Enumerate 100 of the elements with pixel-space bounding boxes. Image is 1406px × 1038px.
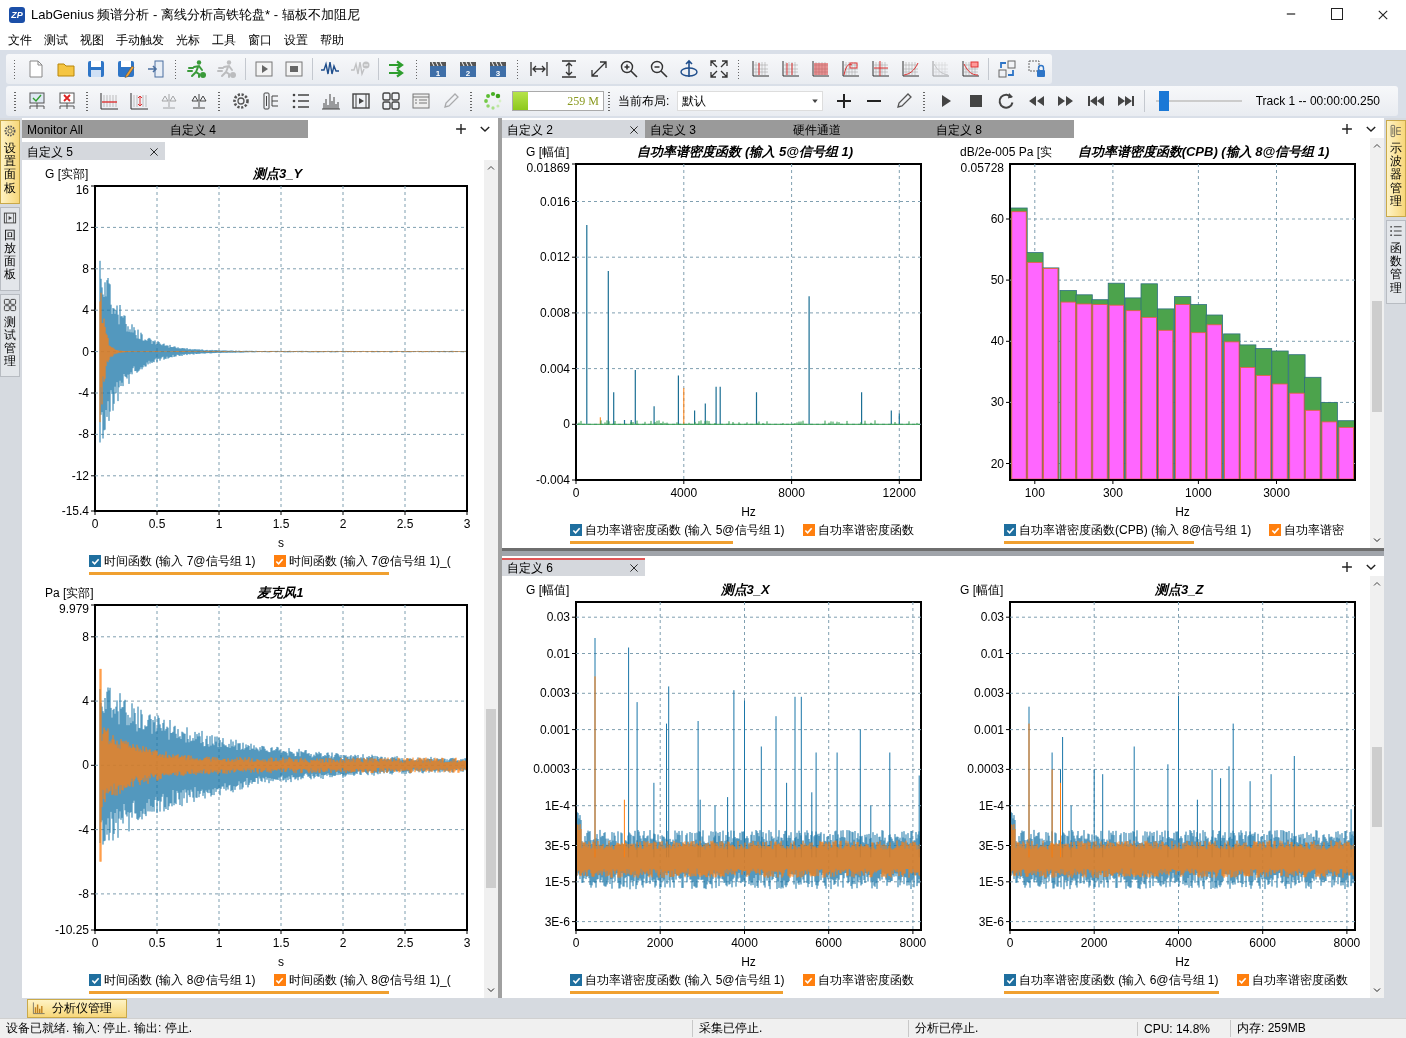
- sliders-icon[interactable]: [261, 91, 281, 111]
- scroll-up-icon[interactable]: [486, 163, 496, 173]
- running-figure-icon[interactable]: [187, 59, 208, 79]
- settings-icon[interactable]: [231, 91, 251, 111]
- grid-chart-icon[interactable]: [870, 59, 891, 79]
- list-icon[interactable]: [291, 91, 311, 111]
- scrollbar[interactable]: [484, 160, 498, 998]
- grid-chart-icon[interactable]: [960, 59, 981, 79]
- grid-icon[interactable]: [381, 91, 401, 111]
- scroll-thumb[interactable]: [486, 708, 496, 888]
- rotate-axis-icon[interactable]: [679, 59, 700, 79]
- menu-item[interactable]: 手动触发: [110, 31, 170, 49]
- legend-checkbox[interactable]: [1236, 974, 1249, 986]
- close-icon[interactable]: [148, 146, 160, 158]
- maximize-icon[interactable]: [1331, 8, 1343, 20]
- menu-item[interactable]: 测试: [38, 31, 74, 49]
- layout-dropdown[interactable]: 默认: [677, 91, 824, 111]
- exit-icon[interactable]: [146, 59, 167, 79]
- menu-item[interactable]: 窗口: [242, 31, 278, 49]
- grid-chart-icon[interactable]: [840, 59, 861, 79]
- close-icon[interactable]: [628, 124, 640, 136]
- scroll-down-icon[interactable]: [1372, 985, 1382, 995]
- side-tab[interactable]: 测试管理: [0, 293, 20, 378]
- swap-icon[interactable]: [997, 59, 1017, 79]
- add-icon[interactable]: [454, 122, 468, 136]
- tab[interactable]: 自定义 8: [931, 120, 1074, 138]
- side-tab[interactable]: 示波器管理: [1386, 120, 1406, 217]
- monitor-error-icon[interactable]: [57, 91, 77, 111]
- close-icon[interactable]: [1376, 8, 1390, 22]
- axis-tick-label: 3E-5: [544, 838, 570, 853]
- grid-chart-icon[interactable]: [750, 59, 771, 79]
- menu-item[interactable]: 工具: [206, 31, 242, 49]
- film-icon[interactable]: [351, 91, 371, 111]
- legend-checkbox[interactable]: [1269, 524, 1282, 536]
- axis-tick-label: 0.5: [148, 936, 166, 950]
- menu-item[interactable]: 视图: [74, 31, 110, 49]
- legend-checkbox[interactable]: [802, 974, 815, 986]
- save-edit-icon[interactable]: [116, 59, 137, 79]
- slider-thumb[interactable]: [1158, 91, 1169, 111]
- side-tab[interactable]: 函数管理: [1386, 219, 1406, 304]
- legend-checkbox[interactable]: [273, 974, 286, 986]
- menu-item[interactable]: 文件: [2, 31, 38, 49]
- legend-checkbox[interactable]: [89, 974, 101, 986]
- grid-chart-icon[interactable]: [780, 59, 801, 79]
- chart-icon[interactable]: [99, 91, 119, 111]
- legend-checkbox[interactable]: [570, 974, 582, 986]
- tab[interactable]: 自定义 5: [22, 142, 165, 160]
- grid-chart-icon[interactable]: [810, 59, 831, 79]
- tab[interactable]: Monitor All: [22, 120, 165, 138]
- chart-range-icon[interactable]: [129, 91, 149, 111]
- tab[interactable]: 自定义 4: [165, 120, 308, 138]
- spectrum-icon[interactable]: [321, 91, 341, 111]
- axis-tick-label: 8000: [1333, 936, 1361, 950]
- scroll-thumb[interactable]: [1372, 747, 1382, 827]
- grid-chart-icon[interactable]: [900, 59, 921, 79]
- legend-checkbox[interactable]: [1004, 524, 1016, 536]
- save-icon[interactable]: [86, 59, 107, 79]
- scrollbar[interactable]: [1370, 138, 1384, 548]
- chart-title: 自功率谱密度函数 (输入 5@信号组 1): [637, 144, 853, 159]
- axis-tick-label: 0.0003: [533, 762, 570, 777]
- add-icon[interactable]: [1340, 560, 1354, 574]
- scroll-up-icon[interactable]: [1372, 579, 1382, 589]
- fullscreen-icon[interactable]: [709, 59, 730, 79]
- side-tab[interactable]: 回放面板: [0, 206, 20, 291]
- legend-checkbox[interactable]: [802, 524, 815, 536]
- lock-icon[interactable]: [1027, 59, 1047, 79]
- menu-item[interactable]: 光标: [170, 31, 206, 49]
- legend-checkbox[interactable]: [1004, 974, 1016, 986]
- add-icon[interactable]: [1340, 122, 1354, 136]
- axis-tick-label: 4: [82, 303, 89, 318]
- monitor-icon[interactable]: [27, 91, 47, 111]
- tab[interactable]: 硬件通道: [788, 120, 931, 138]
- axis-tick-label: -10.25: [54, 923, 89, 937]
- legend-checkbox[interactable]: [273, 555, 286, 567]
- scroll-down-icon[interactable]: [1372, 535, 1382, 545]
- tab[interactable]: 自定义 3: [645, 120, 788, 138]
- scroll-up-icon[interactable]: [1372, 141, 1382, 151]
- spinner-icon[interactable]: [483, 91, 503, 111]
- zoom-out-icon[interactable]: [649, 59, 670, 79]
- axis-tick-label: 4000: [670, 486, 698, 500]
- menu-item[interactable]: 设置: [278, 31, 314, 49]
- legend-checkbox[interactable]: [89, 555, 101, 567]
- scrollbar[interactable]: [1370, 576, 1384, 998]
- axis-tick-label: 1: [215, 517, 223, 531]
- legend-label: 自功率谱密度函数: [817, 521, 914, 539]
- horizontal-range-icon[interactable]: [529, 59, 550, 79]
- stop-icon[interactable]: [283, 59, 304, 79]
- scroll-thumb[interactable]: [1372, 300, 1382, 413]
- legend-checkbox[interactable]: [570, 524, 582, 536]
- scroll-down-icon[interactable]: [486, 985, 496, 995]
- diagonal-arrow-icon[interactable]: [589, 59, 610, 79]
- tab[interactable]: 分析仪管理: [27, 998, 127, 1018]
- play-icon[interactable]: [253, 59, 274, 79]
- zoom-in-icon[interactable]: [619, 59, 640, 79]
- menu-item[interactable]: 帮助: [314, 31, 350, 49]
- side-tab[interactable]: 设置面板: [0, 120, 20, 204]
- tab[interactable]: 自定义 2: [502, 120, 645, 138]
- balance-icon[interactable]: [189, 91, 209, 111]
- tab[interactable]: 自定义 6: [502, 558, 645, 576]
- close-icon[interactable]: [628, 562, 640, 574]
